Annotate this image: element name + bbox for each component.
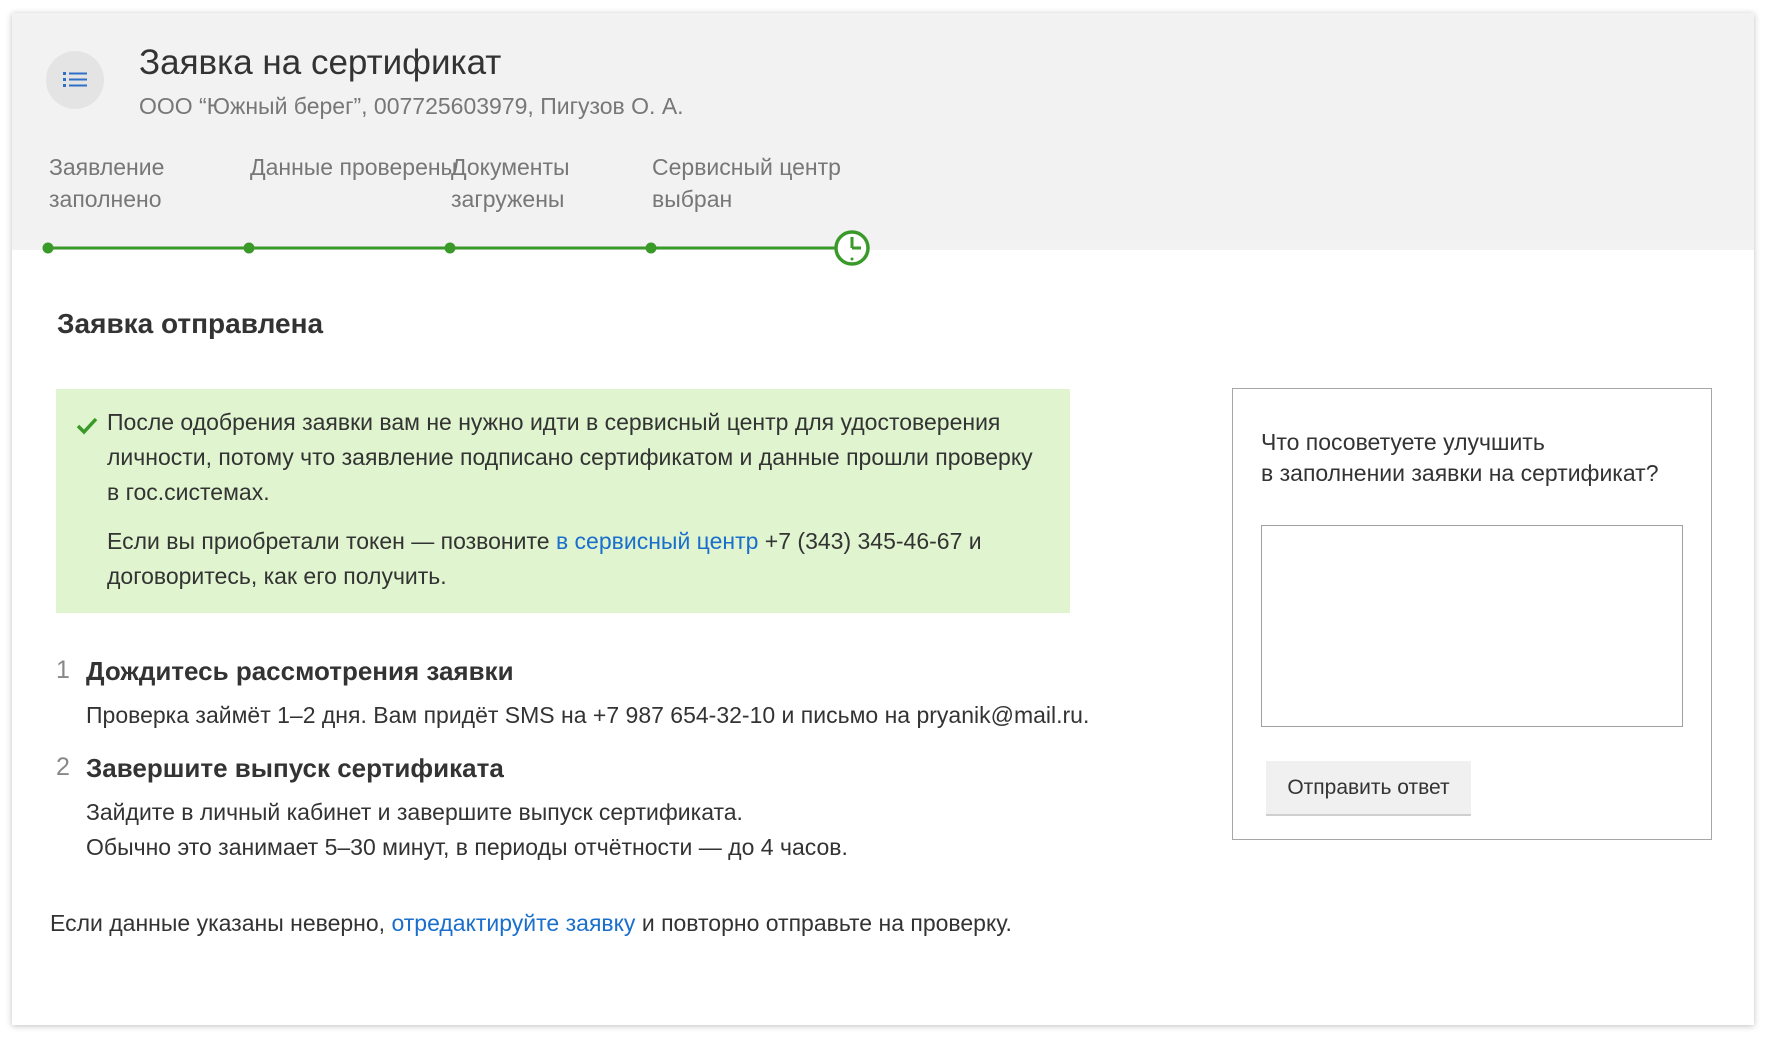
submit-feedback-button[interactable]: Отправить ответ bbox=[1266, 761, 1471, 816]
progress-step-label-1: Заявление заполнено bbox=[49, 154, 165, 212]
service-center-link[interactable]: в сервисный центр bbox=[556, 528, 758, 554]
step-description-line-2: Обычно это занимает 5–30 минут, в период… bbox=[86, 834, 848, 860]
step-description: Зайдите в личный кабинет и завершите вып… bbox=[86, 795, 1116, 865]
checkmark-icon bbox=[76, 417, 98, 440]
feedback-textarea[interactable] bbox=[1261, 525, 1683, 727]
feedback-panel: Что посоветуете улучшить в заполнении за… bbox=[1232, 388, 1712, 840]
step-title: Завершите выпуск сертификата bbox=[86, 753, 504, 783]
feedback-question-line-2: в заполнении заявки на сертификат? bbox=[1261, 460, 1659, 486]
edit-request-link[interactable]: отредактируйте заявку bbox=[391, 910, 635, 936]
organization-info: ООО “Южный берег”, 007725603979, Пигузов… bbox=[139, 93, 684, 119]
edit-request-note: Если данные указаны неверно, отредактиру… bbox=[50, 910, 1012, 937]
status-title: Заявка отправлена bbox=[57, 308, 324, 339]
notice-token-text: Если вы приобретали токен — позвоните в … bbox=[107, 524, 1037, 594]
step-title: Дождитесь рассмотрения заявки bbox=[86, 656, 514, 686]
step-description: Проверка займёт 1–2 дня. Вам придёт SMS … bbox=[86, 702, 1090, 728]
info-notice: После одобрения заявки вам не нужно идти… bbox=[56, 389, 1070, 613]
edit-note-prefix: Если данные указаны неверно, bbox=[50, 910, 392, 936]
menu-button[interactable] bbox=[46, 51, 104, 109]
step-description-line-1: Зайдите в личный кабинет и завершите вып… bbox=[86, 799, 743, 825]
feedback-question: Что посоветуете улучшить в заполнении за… bbox=[1261, 427, 1691, 489]
page-header: Заявка на сертификат ООО “Южный берег”, … bbox=[12, 13, 1754, 250]
step-number: 2 bbox=[56, 753, 70, 781]
progress-step-label-3: Документы загружены bbox=[451, 154, 570, 212]
step-number: 1 bbox=[56, 656, 70, 684]
feedback-question-line-1: Что посоветуете улучшить bbox=[1261, 429, 1545, 455]
notice-text: После одобрения заявки вам не нужно идти… bbox=[107, 409, 1033, 505]
edit-note-suffix: и повторно отправьте на проверку. bbox=[635, 910, 1012, 936]
certificate-request-card: Заявка на сертификат ООО “Южный берег”, … bbox=[12, 13, 1754, 1025]
progress-step-label-2: Данные проверены bbox=[250, 154, 458, 180]
progress-step-label-4: Сервисный центр выбран bbox=[652, 154, 841, 212]
page-title: Заявка на сертификат bbox=[139, 43, 502, 82]
notice-token-prefix: Если вы приобретали токен — позвоните bbox=[107, 528, 556, 554]
